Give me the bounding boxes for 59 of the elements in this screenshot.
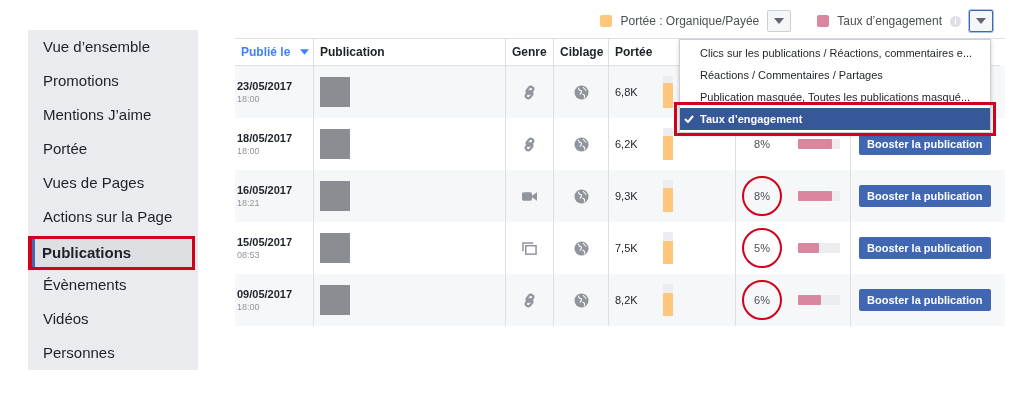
sort-caret-icon: [300, 49, 310, 55]
engagement-value: 5%: [742, 228, 782, 268]
sidebar-item[interactable]: Vidéos: [28, 304, 198, 338]
time-text: 08:53: [237, 250, 260, 260]
reach-value: 6,8K: [615, 86, 639, 98]
link-icon: [522, 84, 537, 100]
boost-button[interactable]: Booster la publication: [859, 289, 991, 311]
time-text: 18:00: [237, 146, 260, 156]
reach-value: 8,2K: [615, 294, 639, 306]
sidebar-item[interactable]: Portée: [28, 134, 198, 168]
photo-placeholder: [320, 181, 350, 211]
sidebar-item[interactable]: Personnes: [28, 338, 198, 372]
reach-value: 6,2K: [615, 138, 639, 150]
photo-placeholder: [320, 77, 350, 107]
engagement-value: 8%: [742, 176, 782, 216]
engagement-value: 8%: [753, 137, 771, 152]
sidebar-item[interactable]: Vue d’ensemble: [28, 32, 198, 66]
caret-icon: [774, 18, 785, 24]
date-text: 16/05/2017: [237, 184, 293, 196]
date-text: 18/05/2017: [237, 132, 293, 144]
globe-icon: [573, 240, 589, 256]
time-text: 18:21: [237, 198, 260, 208]
globe-icon: [573, 188, 589, 204]
link-icon: [522, 136, 537, 152]
photo-placeholder: [320, 285, 350, 315]
legend-label: Taux d’engagement: [837, 14, 942, 28]
reach-value: 9,3K: [615, 190, 639, 202]
sidebar-item[interactable]: Vues de Pages: [28, 168, 198, 202]
globe-icon: [573, 84, 589, 100]
boost-button[interactable]: Booster la publication: [859, 237, 991, 259]
globe-icon: [573, 136, 589, 152]
column-header[interactable]: Ciblage: [553, 39, 608, 66]
column-header[interactable]: Genre: [505, 39, 553, 66]
boost-button[interactable]: Booster la publication: [859, 185, 991, 207]
sidebar-item[interactable]: Publications: [28, 236, 195, 270]
column-header[interactable]: Publication: [313, 39, 505, 66]
time-text: 18:00: [237, 94, 260, 104]
album-icon: [522, 240, 537, 256]
photo-placeholder: [320, 233, 350, 263]
engagement-value: 6%: [742, 280, 782, 320]
sidebar-item[interactable]: Mentions J’aime: [28, 100, 198, 134]
date-text: 23/05/2017: [237, 80, 293, 92]
sidebar-item[interactable]: Promotions: [28, 66, 198, 100]
sidebar-item[interactable]: Évènements: [28, 270, 198, 304]
time-text: 18:00: [237, 302, 260, 312]
photo-placeholder: [320, 129, 350, 159]
menu-option[interactable]: Publication masquée, Toutes les publications masqué...: [680, 86, 990, 108]
legend-label: Portée : Organique/Payée: [620, 14, 760, 28]
boost-button[interactable]: Booster la publication: [859, 133, 991, 155]
link-icon: [522, 292, 537, 308]
reach-value: 7,5K: [615, 242, 639, 254]
dropdown-button[interactable]: [969, 10, 993, 32]
caret-icon: [976, 18, 986, 24]
globe-icon: [573, 292, 589, 308]
date-text: 15/05/2017: [237, 236, 293, 248]
check-icon: [684, 115, 694, 123]
menu-option[interactable]: Réactions / Commentaires / Partages: [680, 64, 990, 86]
sidebar-item[interactable]: Actions sur la Page: [28, 202, 198, 236]
date-text: 09/05/2017: [237, 288, 293, 300]
